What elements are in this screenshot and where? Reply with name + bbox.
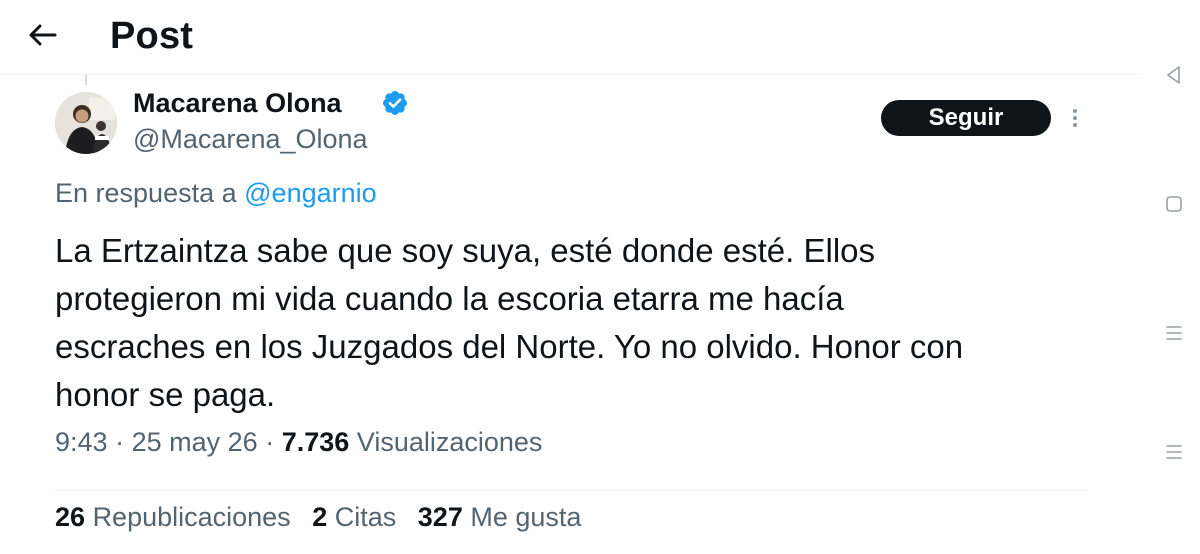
reposts-stat[interactable]: 26 Republicaciones: [55, 502, 291, 532]
square-home-icon[interactable]: [1163, 193, 1185, 215]
arrow-left-icon: [29, 24, 57, 46]
verified-badge-icon: [383, 91, 407, 115]
author-name[interactable]: Macarena Olona: [133, 86, 342, 120]
triangle-back-icon[interactable]: [1163, 64, 1185, 86]
header-divider: [0, 74, 1140, 75]
follow-button[interactable]: Seguir: [881, 100, 1051, 136]
likes-label: Me gusta: [470, 502, 582, 532]
views-count: 7.736: [281, 427, 350, 457]
tweet-text-line: protegieron mi vida cuando la escoria et…: [55, 280, 844, 317]
meta-divider: [55, 490, 1087, 491]
reply-prefix: En respuesta a: [55, 178, 237, 208]
reply-thread-line: [85, 75, 87, 85]
tweet-text-line: La Ertzaintza sabe que soy suya, esté do…: [55, 232, 876, 269]
views-label: Visualizaciones: [356, 427, 543, 457]
menu-lines-icon[interactable]: [1163, 441, 1185, 463]
back-button[interactable]: [26, 18, 60, 52]
menu-lines-icon[interactable]: [1163, 322, 1185, 344]
reply-context: En respuesta a @engarnio: [55, 176, 377, 210]
avatar[interactable]: [55, 92, 117, 154]
tweet-time[interactable]: 9:43: [55, 427, 108, 457]
likes-count: 327: [417, 502, 463, 532]
more-vertical-icon: [1073, 109, 1077, 127]
reposts-label: Republicaciones: [92, 502, 291, 532]
tweet-meta: 9:43 · 25 may 26 · 7.736 Visualizaciones: [55, 425, 542, 459]
reposts-count: 26: [55, 502, 86, 532]
tweet-text: La Ertzaintza sabe que soy suya, esté do…: [55, 227, 1115, 419]
top-bar: Post: [0, 0, 1140, 74]
quotes-stat[interactable]: 2 Citas: [312, 502, 396, 532]
tweet-text-line: escraches en los Juzgados del Norte. Yo …: [55, 328, 964, 365]
reply-mention-link[interactable]: @engarnio: [244, 178, 377, 208]
quotes-label: Citas: [334, 502, 397, 532]
engagement-stats: 26 Republicaciones 2 Citas 327 Me gusta: [55, 500, 595, 534]
tweet-text-line: honor se paga.: [55, 376, 276, 413]
more-button[interactable]: [1062, 104, 1088, 132]
avatar-photo: [55, 92, 117, 154]
quotes-count: 2: [312, 502, 328, 532]
tweet-date[interactable]: 25 may 26: [132, 427, 258, 457]
author-handle[interactable]: @Macarena_Olona: [133, 122, 368, 156]
likes-stat[interactable]: 327 Me gusta: [418, 502, 582, 532]
page-title: Post: [110, 15, 194, 57]
meta-separator: ·: [115, 427, 125, 457]
meta-separator: ·: [265, 427, 275, 457]
